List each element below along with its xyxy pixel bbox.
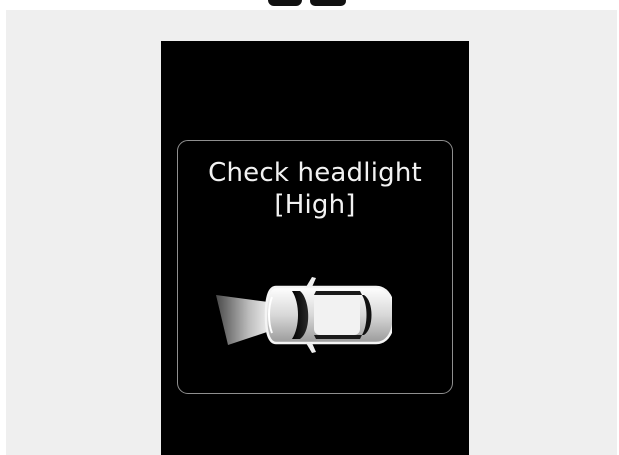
warning-line-1: Check headlight [208,158,422,188]
cropped-top-glyph [262,0,350,10]
cluster-display: Check headlight [High] [161,41,469,455]
warning-message: Check headlight [High] [178,157,452,221]
warning-popup: Check headlight [High] [177,140,453,394]
car-top-view-headlight-icon [216,277,392,353]
warning-line-2: [High] [274,190,356,220]
